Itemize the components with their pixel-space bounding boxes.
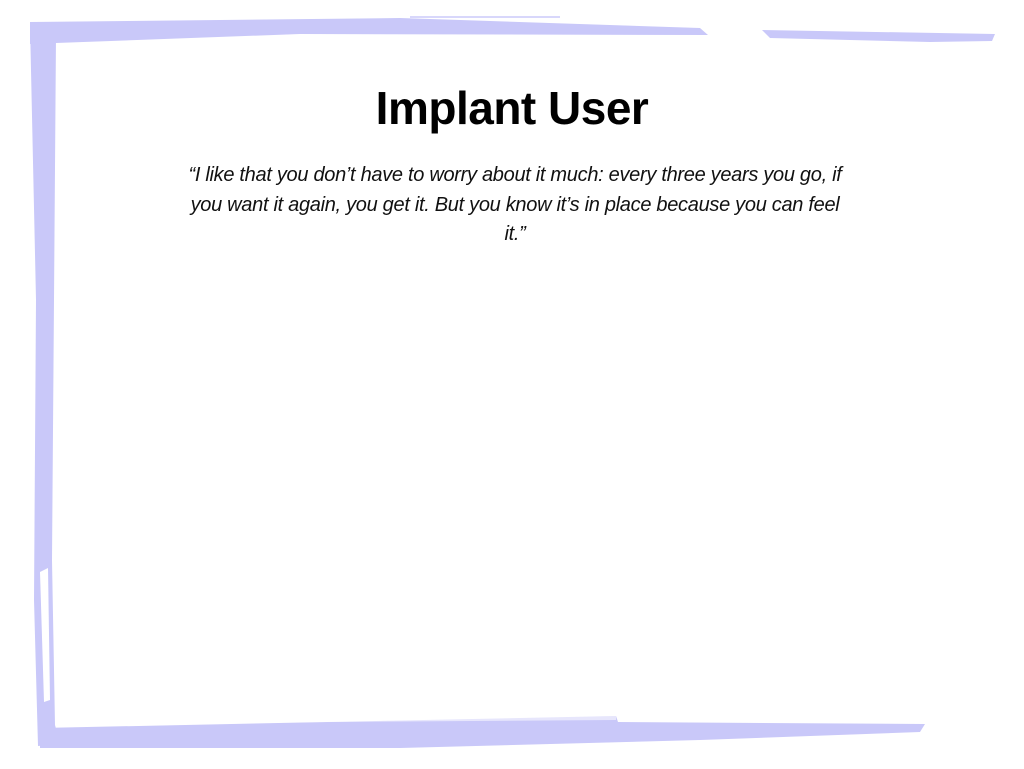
frame-top-thin-stroke xyxy=(410,16,560,18)
slide-title: Implant User xyxy=(375,82,649,134)
frame-top-stroke xyxy=(30,18,708,44)
user-quote: “I like that you don’t have to worry abo… xyxy=(188,164,842,245)
frame-top-right-stroke xyxy=(762,30,995,42)
slide: Implant User “I like that you don’t have… xyxy=(0,0,1024,769)
